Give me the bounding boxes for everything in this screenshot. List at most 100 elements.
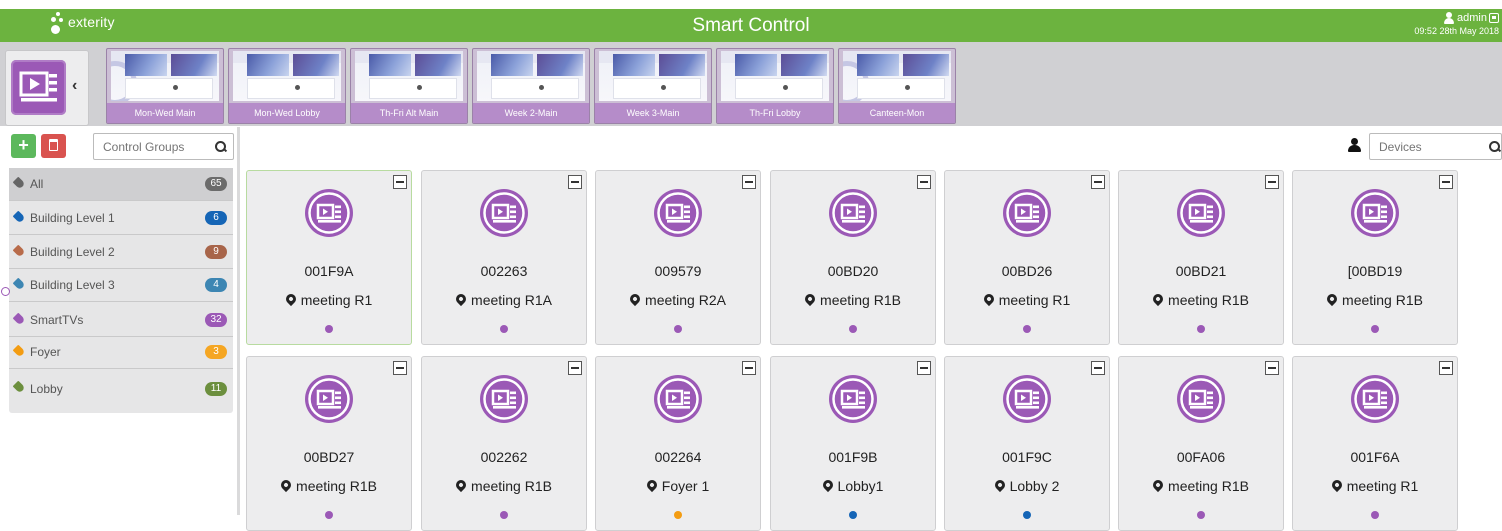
schedule-thumb[interactable]: Th-Fri Lobby xyxy=(716,48,834,124)
schedule-thumb[interactable]: Week 2-Main xyxy=(472,48,590,124)
device-card[interactable]: 009579 meeting R2A xyxy=(595,170,761,345)
datetime: 09:52 28th May 2018 xyxy=(1414,26,1499,36)
tag-icon xyxy=(12,210,26,224)
delete-group-button[interactable] xyxy=(41,134,66,158)
device-card[interactable]: 002262 meeting R1B xyxy=(421,356,587,531)
device-card[interactable]: 001F9B Lobby1 xyxy=(770,356,936,531)
add-group-button[interactable]: + xyxy=(11,134,36,158)
group-count-badge: 6 xyxy=(205,211,227,225)
device-id: 009579 xyxy=(654,263,702,279)
schedule-thumb[interactable]: Week 3-Main xyxy=(594,48,712,124)
schedule-preview-image xyxy=(233,51,341,101)
tag-icon xyxy=(12,176,26,190)
device-card[interactable]: 001F6A meeting R1 xyxy=(1292,356,1458,531)
media-player-icon xyxy=(11,60,66,115)
device-card[interactable]: 002264 Foyer 1 xyxy=(595,356,761,531)
remove-device-button[interactable] xyxy=(1265,175,1279,189)
status-dot xyxy=(1023,511,1031,519)
device-id: 002263 xyxy=(480,263,528,279)
status-dot xyxy=(849,511,857,519)
media-player-icon xyxy=(1002,374,1052,424)
tag-icon xyxy=(12,344,26,358)
control-groups-search-input[interactable] xyxy=(94,134,206,159)
group-item-all[interactable]: All 65 xyxy=(9,168,233,201)
map-pin-icon xyxy=(802,291,818,307)
schedule-thumb[interactable]: Mon-Wed Lobby xyxy=(228,48,346,124)
search-icon[interactable] xyxy=(215,141,226,152)
device-card[interactable]: 001F9A meeting R1 xyxy=(246,170,412,345)
group-item-building-level-1[interactable]: Building Level 1 6 xyxy=(9,202,233,235)
device-card[interactable]: 001F9C Lobby 2 xyxy=(944,356,1110,531)
media-player-icon xyxy=(479,374,529,424)
schedule-thumb[interactable]: Mon-Wed Main xyxy=(106,48,224,124)
remove-device-button[interactable] xyxy=(568,361,582,375)
remove-device-button[interactable] xyxy=(742,361,756,375)
status-dot xyxy=(1197,325,1205,333)
device-card[interactable]: 00BD20 meeting R1B xyxy=(770,170,936,345)
device-location: Lobby 2 xyxy=(945,477,1109,494)
person-icon[interactable] xyxy=(1348,138,1361,152)
devices-search xyxy=(1369,133,1502,160)
remove-device-button[interactable] xyxy=(568,175,582,189)
remove-device-button[interactable] xyxy=(393,175,407,189)
media-toggle-tile[interactable]: ‹ xyxy=(5,50,89,126)
group-item-building-level-3[interactable]: Building Level 3 4 xyxy=(9,269,233,302)
chevron-left-icon[interactable]: ‹ xyxy=(72,77,77,95)
map-pin-icon xyxy=(453,477,469,493)
device-location-text: meeting R1B xyxy=(820,292,901,308)
devices-search-input[interactable] xyxy=(1370,134,1475,159)
remove-device-button[interactable] xyxy=(1439,361,1453,375)
control-groups-list: All 65 Building Level 1 6 Building Level… xyxy=(9,168,233,413)
device-card[interactable]: [00BD19 meeting R1B xyxy=(1292,170,1458,345)
map-pin-icon xyxy=(1329,477,1344,493)
remove-device-button[interactable] xyxy=(1439,175,1453,189)
schedule-preview-image xyxy=(843,51,951,101)
logout-icon[interactable] xyxy=(1489,13,1499,23)
remove-device-button[interactable] xyxy=(1265,361,1279,375)
remove-device-button[interactable] xyxy=(1091,361,1105,375)
group-item-lobby[interactable]: Lobby 11 xyxy=(9,372,233,405)
schedule-strip: ‹ Mon-Wed Main Mon-Wed Lobby Th-Fri Alt … xyxy=(0,42,1502,126)
schedule-thumb[interactable]: Canteen-Mon xyxy=(838,48,956,124)
group-item-foyer[interactable]: Foyer 3 xyxy=(9,336,233,369)
remove-device-button[interactable] xyxy=(1091,175,1105,189)
app-title: Smart Control xyxy=(692,15,810,36)
panel-divider[interactable] xyxy=(237,127,240,515)
device-card[interactable]: 00BD21 meeting R1B xyxy=(1118,170,1284,345)
status-dot xyxy=(500,325,508,333)
remove-device-button[interactable] xyxy=(917,361,931,375)
remove-device-button[interactable] xyxy=(917,175,931,189)
device-location: meeting R1B xyxy=(1119,477,1283,494)
remove-device-button[interactable] xyxy=(393,361,407,375)
device-location-text: meeting R1 xyxy=(300,292,373,308)
media-player-icon xyxy=(828,188,878,238)
device-id: 00BD27 xyxy=(303,449,355,465)
device-card[interactable]: 00BD27 meeting R1B xyxy=(246,356,412,531)
remove-device-button[interactable] xyxy=(742,175,756,189)
group-item-building-level-2[interactable]: Building Level 2 9 xyxy=(9,236,233,269)
device-location-text: meeting R1 xyxy=(1346,478,1419,494)
group-item-smarttvs[interactable]: SmartTVs 32 xyxy=(9,304,233,337)
status-dot xyxy=(500,511,508,519)
media-player-icon xyxy=(1176,374,1226,424)
user-name[interactable]: admin xyxy=(1457,12,1487,24)
map-pin-icon xyxy=(627,291,643,307)
device-id: 00FA06 xyxy=(1176,449,1226,465)
device-card[interactable]: 00FA06 meeting R1B xyxy=(1118,356,1284,531)
group-count-badge: 11 xyxy=(205,381,227,396)
device-card[interactable]: 00BD26 meeting R1 xyxy=(944,170,1110,345)
device-card[interactable]: 002263 meeting R1A xyxy=(421,170,587,345)
device-location-text: meeting R1B xyxy=(1342,292,1423,308)
device-location-text: meeting R1B xyxy=(1168,478,1249,494)
schedule-thumb-label: Mon-Wed Main xyxy=(107,103,223,123)
status-dot xyxy=(1371,325,1379,333)
device-location: meeting R1B xyxy=(1119,291,1283,308)
device-location: meeting R2A xyxy=(596,291,760,308)
device-location: meeting R1B xyxy=(1293,291,1457,308)
device-id: 001F6A xyxy=(1350,449,1400,465)
schedule-thumb[interactable]: Th-Fri Alt Main xyxy=(350,48,468,124)
device-location: meeting R1A xyxy=(422,291,586,308)
search-icon[interactable] xyxy=(1489,141,1500,152)
schedule-preview-image xyxy=(477,51,585,101)
panel-resize-handle[interactable] xyxy=(1,287,10,296)
